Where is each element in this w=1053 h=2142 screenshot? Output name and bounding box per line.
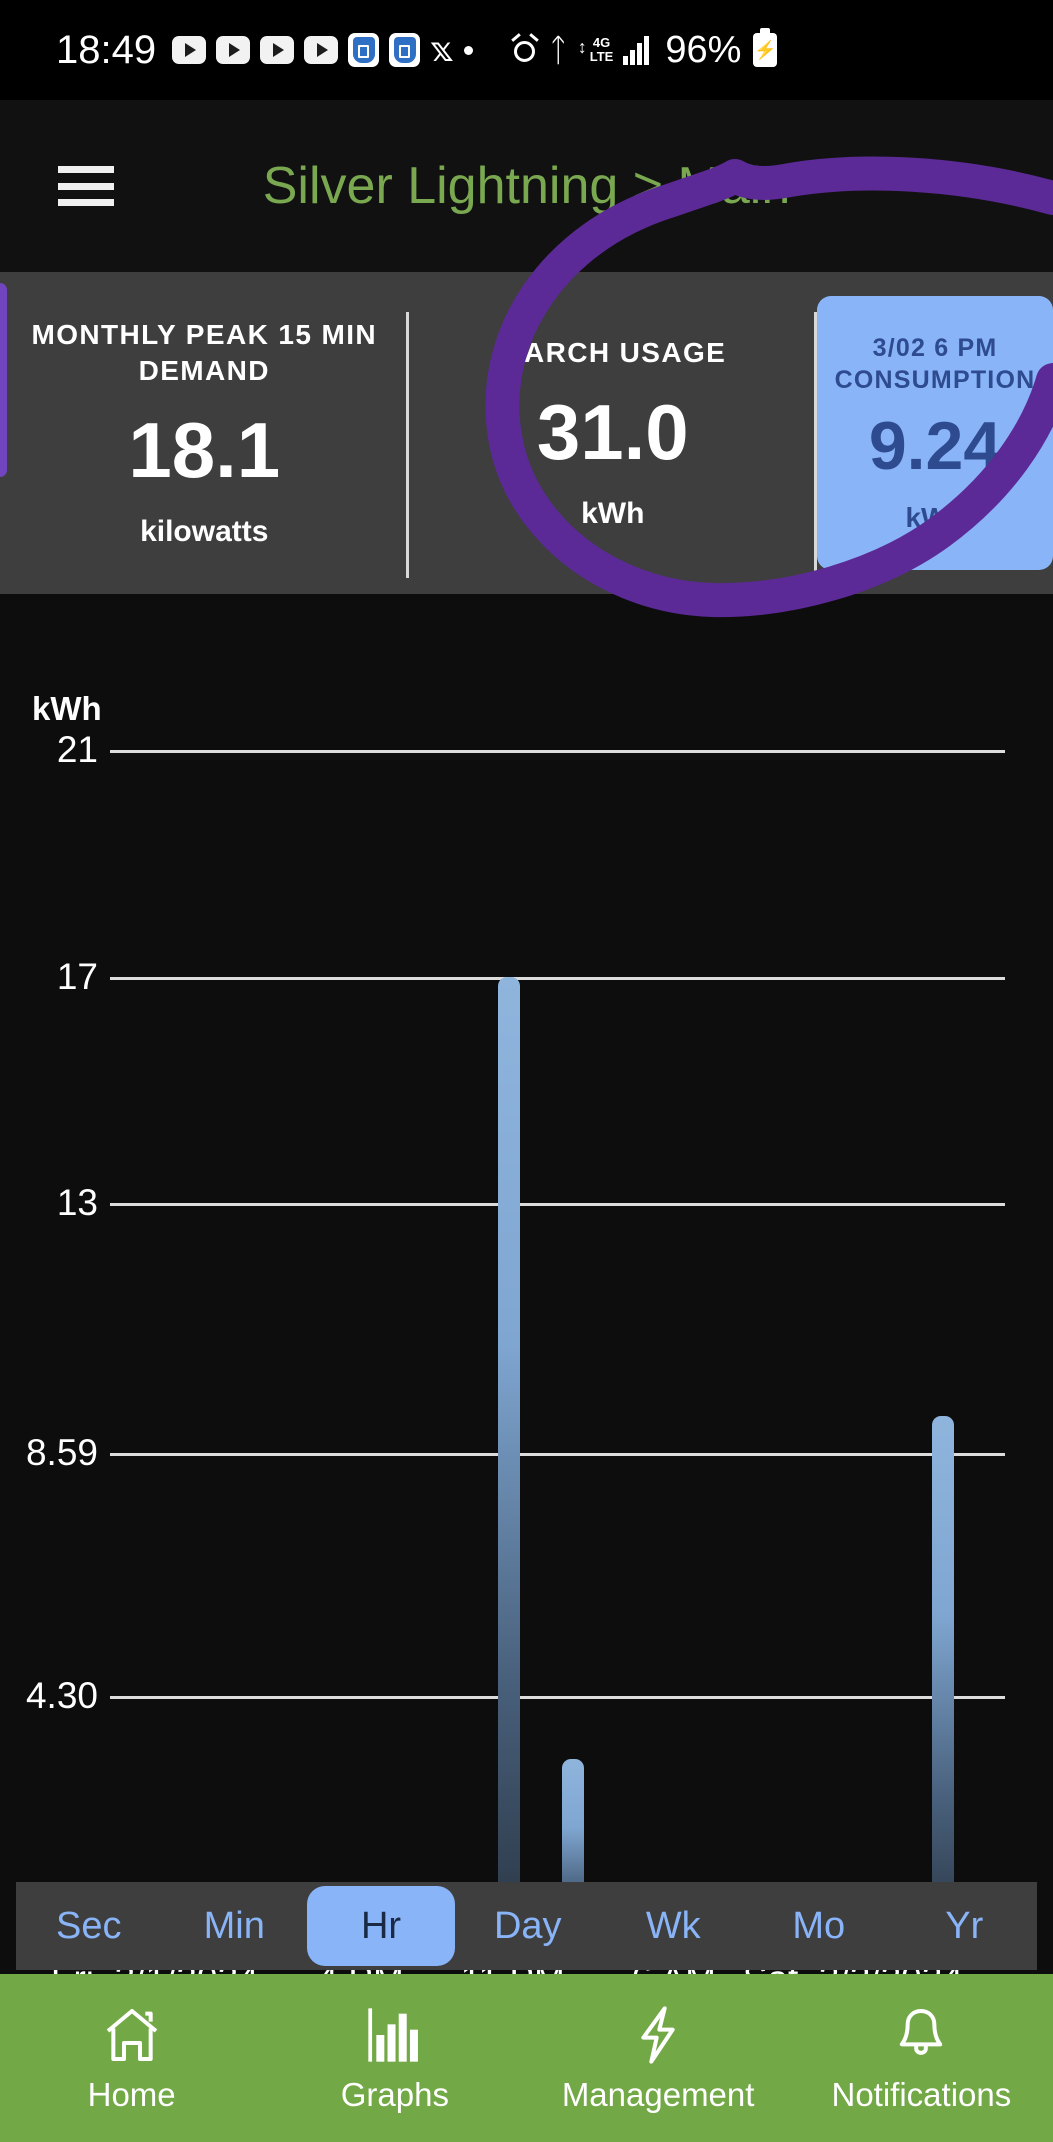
usage-bar-chart[interactable]: kWh 0.004.308.59131721 Fri, 3/1/20244 PM… [0,594,1053,1999]
range-option-min[interactable]: Min [162,1886,308,1966]
stat-unit: kilowatts [140,514,269,548]
chart-gridline [110,750,1005,753]
shield-lock-icon [389,33,421,67]
youtube-icon [260,36,295,64]
stat-unit: kWh [581,496,645,530]
network-gen-label: 4G [592,35,611,51]
youtube-icon [304,36,339,64]
stat-title: 3/02 6 PM CONSUMPTION [834,334,1036,394]
range-option-mo[interactable]: Mo [746,1886,892,1966]
data-arrows-icon: ↕ [577,37,587,58]
bluetooth-icon: ᛏ [548,31,568,69]
house-icon [99,2002,165,2068]
nav-item-management[interactable]: Management [527,1974,790,2142]
stat-card-consumption[interactable]: 3/02 6 PM CONSUMPTION 9.24 kWh [817,296,1053,570]
app-root: 18:49 𝕩 ᛏ ↕ 4G LTE 96% ⚡ Silver Lightnin… [0,0,1053,2142]
battery-charging-icon [753,28,778,67]
stat-value: 31.0 [536,387,689,476]
chart-y-tick-label: 4.30 [25,1675,98,1717]
time-range-selector[interactable]: Sec Min Hr Day Wk Mo Yr [16,1882,1037,1970]
bar-chart-icon [362,2002,428,2068]
range-option-yr[interactable]: Yr [892,1886,1038,1966]
app-header: Silver Lightning > Main [0,100,1053,272]
nav-label: Home [87,2076,176,2113]
bell-icon [888,2002,954,2068]
chart-gridline [110,976,1005,980]
battery-percent-label: 96% [665,28,742,71]
signal-bars-icon [623,35,650,65]
stat-title: MONTHLY PEAK 15 MIN DEMAND [31,319,378,386]
lightning-bolt-icon [625,2002,691,2068]
chart-gridline [110,1696,1005,1700]
chart-y-tick-label: 17 [56,955,98,997]
chart-gridline [110,1453,1005,1457]
chart-y-tick-label: 13 [56,1182,98,1224]
summary-stat-bar: MONTHLY PEAK 15 MIN DEMAND 18.1 kilowatt… [0,272,1053,594]
range-option-hr[interactable]: Hr [307,1886,455,1966]
youtube-icon [172,36,207,64]
nav-item-graphs[interactable]: Graphs [263,1974,526,2142]
nav-item-home[interactable]: Home [0,1974,263,2142]
lte-4g-icon: ↕ 4G LTE [578,36,614,63]
chart-y-axis-label: kWh [32,690,102,727]
status-bar: 18:49 𝕩 ᛏ ↕ 4G LTE 96% [0,0,1053,100]
nav-label: Management [561,2076,755,2113]
chart-gridline [110,1203,1005,1207]
stat-title: MARCH USAGE [499,337,727,369]
stat-card-monthly-peak-demand[interactable]: MONTHLY PEAK 15 MIN DEMAND 18.1 kilowatt… [0,272,409,594]
stat-card-march-usage[interactable]: MARCH USAGE 31.0 kWh [409,272,817,594]
status-clock: 18:49 [56,27,157,72]
chart-y-tick-label: 8.59 [25,1432,98,1474]
chart-bar[interactable] [497,976,520,1940]
shield-lock-icon [348,33,380,67]
dot-icon [463,45,473,55]
network-tech-label: LTE [589,49,614,64]
stat-value: 18.1 [128,405,281,494]
chart-y-tick-label: 21 [56,729,98,770]
hamburger-icon[interactable] [58,166,114,206]
range-option-sec[interactable]: Sec [16,1886,162,1966]
chart-bar[interactable] [931,1416,954,1940]
nav-label: Graphs [340,2076,449,2113]
x-app-icon: 𝕩 [430,30,454,70]
range-option-day[interactable]: Day [455,1886,601,1966]
nav-item-notifications[interactable]: Notifications [790,1974,1053,2142]
youtube-icon [216,36,251,64]
alarm-icon [510,33,539,64]
bottom-navigation: Home Graphs Management Notifications [0,1974,1053,2142]
chart-plot-area [110,750,1005,1943]
range-option-wk[interactable]: Wk [601,1886,747,1966]
nav-label: Notifications [831,2076,1012,2113]
page-title: Silver Lightning > Main [262,157,791,215]
status-icon-tray: 𝕩 ᛏ ↕ 4G LTE 96% [172,28,778,72]
stat-unit: kWh [905,502,965,533]
stat-value: 9.24 [868,408,1002,484]
